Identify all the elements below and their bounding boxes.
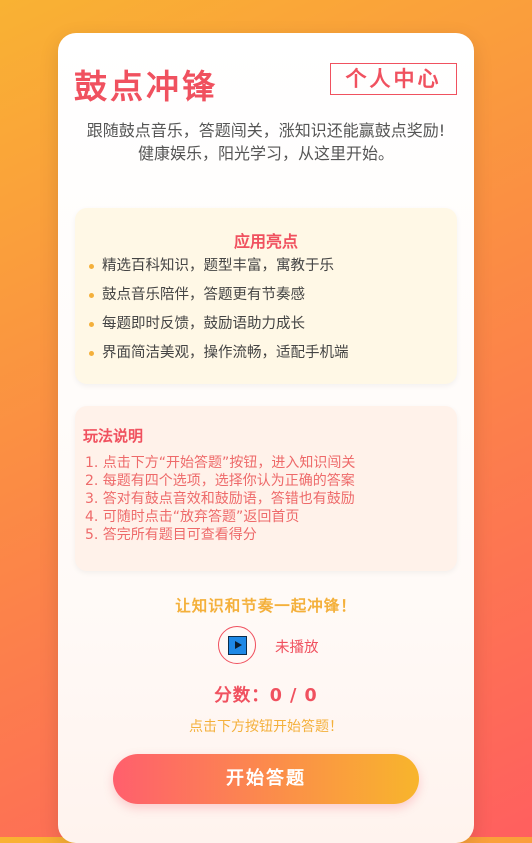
- list-item: 5. 答完所有题目可查看得分: [85, 527, 257, 543]
- list-item: 1. 点击下方“开始答题”按钮，进入知识闯关: [85, 455, 356, 471]
- slogan-text: 让知识和节奏一起冲锋！: [175, 597, 357, 615]
- intro-line-1: 跟随鼓点音乐，答题闯关，涨知识还能赢鼓点奖励!: [86, 121, 446, 140]
- intro-text: 跟随鼓点音乐，答题闯关，涨知识还能赢鼓点奖励! 健康娱乐，阳光学习，从这里开始。: [78, 119, 454, 165]
- play-icon: [227, 635, 247, 655]
- rules-title: 玩法说明: [83, 427, 144, 445]
- list-item: 鼓点音乐陪伴，答题更有节奏感: [89, 285, 349, 314]
- rules-panel: 玩法说明 1. 点击下方“开始答题”按钮，进入知识闯关 2. 每题有四个选项，选…: [75, 406, 457, 571]
- list-item: 4. 可随时点击“放弃答题”返回首页: [85, 509, 300, 525]
- intro-line-2: 健康娱乐，阳光学习，从这里开始。: [137, 144, 394, 163]
- start-quiz-button[interactable]: 开始答题: [113, 754, 419, 804]
- highlights-title: 应用亮点: [233, 232, 298, 251]
- list-item: 3. 答对有鼓点音效和鼓励语，答错也有鼓励: [85, 491, 355, 507]
- list-item: 界面简洁美观，操作流畅，适配手机端: [89, 343, 349, 372]
- highlights-list: 精选百科知识，题型丰富，寓教于乐 鼓点音乐陪伴，答题更有节奏感 每题即时反馈，鼓…: [89, 256, 349, 372]
- list-item: 每题即时反馈，鼓励语助力成长: [89, 314, 349, 343]
- list-item: 精选百科知识，题型丰富，寓教于乐: [89, 256, 349, 285]
- list-item: 2. 每题有四个选项，选择你认为正确的答案: [85, 473, 355, 489]
- highlights-panel: 应用亮点 精选百科知识，题型丰富，寓教于乐 鼓点音乐陪伴，答题更有节奏感 每题即…: [75, 208, 457, 384]
- play-music-button[interactable]: [218, 626, 256, 664]
- profile-center-button[interactable]: 个人中心: [330, 63, 457, 95]
- app-title: 鼓点冲锋: [74, 67, 218, 106]
- audio-status-label: 未播放: [275, 640, 319, 656]
- start-hint: 点击下方按钮开始答题！: [189, 719, 343, 735]
- score-display: 分数：0 / 0: [214, 686, 318, 706]
- rules-list: 1. 点击下方“开始答题”按钮，进入知识闯关 2. 每题有四个选项，选择你认为正…: [85, 454, 355, 544]
